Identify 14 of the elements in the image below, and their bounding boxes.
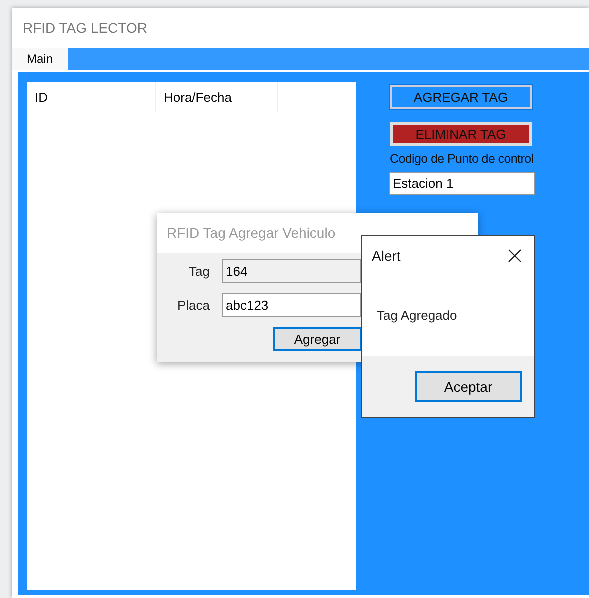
tab[interactable]: Main <box>12 48 68 70</box>
field-label: Tag <box>188 264 210 278</box>
checkpoint-field[interactable]: Estacion 1 <box>389 172 535 195</box>
field-label: Placa <box>176 298 210 312</box>
window-title: RFID TAG LECTOR <box>22 19 148 38</box>
alert-message: Tag Agregado <box>377 308 458 323</box>
input-field[interactable]: abc123 <box>222 293 361 317</box>
accept-button[interactable]: Aceptar <box>415 371 522 402</box>
add-tag-button[interactable]: AGREGAR TAG <box>390 85 532 109</box>
field-label: Codigo de Punto de control <box>390 152 535 166</box>
close-icon[interactable] <box>508 249 522 263</box>
column-header[interactable]: ID <box>27 82 156 112</box>
add-button[interactable]: Agregar <box>273 327 362 351</box>
column-header[interactable]: Hora/Fecha <box>156 82 278 112</box>
